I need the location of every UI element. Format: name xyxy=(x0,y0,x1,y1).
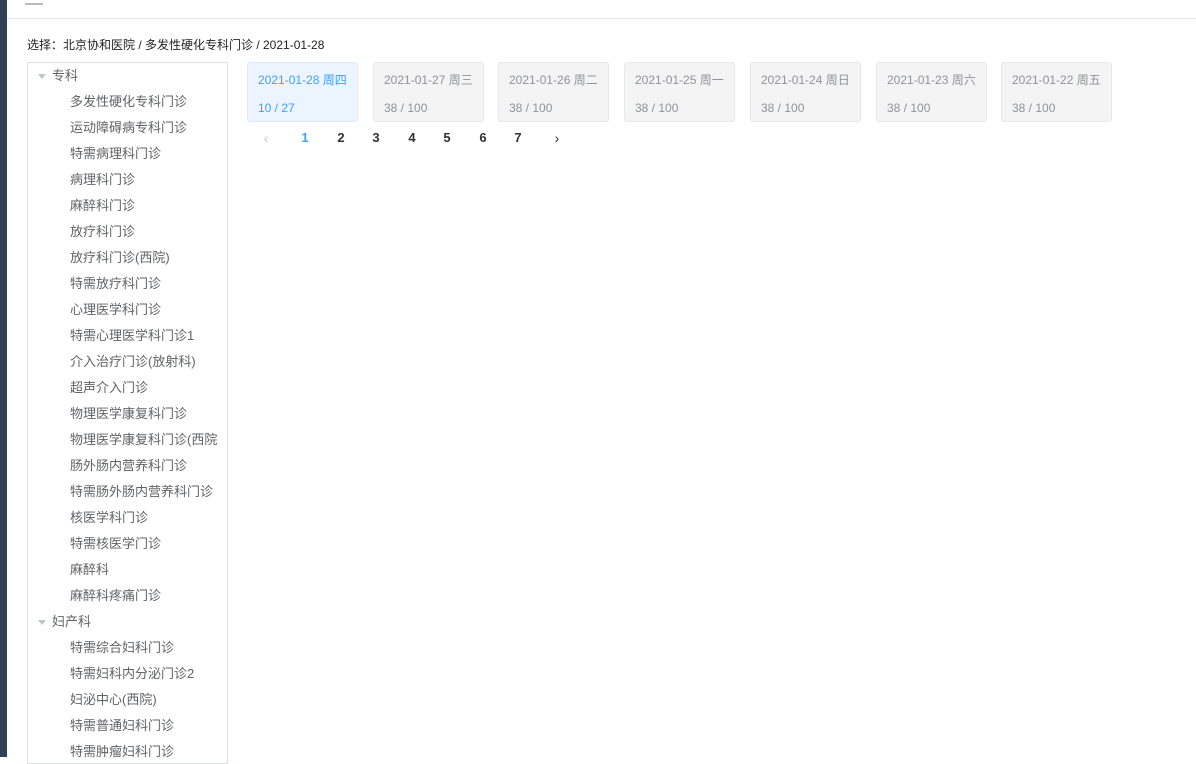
date-card-date: 2021-01-23 周六 xyxy=(887,73,976,87)
tree-leaf[interactable]: 特需综合妇科门诊 xyxy=(28,635,227,661)
page-number[interactable]: 2 xyxy=(329,129,353,147)
caret-down-icon[interactable] xyxy=(38,74,46,79)
tree-leaf[interactable]: 特需妇科内分泌门诊2 xyxy=(28,661,227,687)
page-number[interactable]: 1 xyxy=(293,129,317,147)
date-card-quota: 38 / 100 xyxy=(887,101,931,115)
date-card-list: 2021-01-28 周四 10 / 27 2021-01-27 周三 38 /… xyxy=(247,62,1187,122)
tree-leaf[interactable]: 特需核医学门诊 xyxy=(28,531,227,557)
tree-leaf[interactable]: 麻醉科 xyxy=(28,557,227,583)
tree-leaf[interactable]: 特需放疗科门诊 xyxy=(28,271,227,297)
breadcrumb: 选择：北京协和医院 / 多发性硬化专科门诊 / 2021-01-28 xyxy=(27,38,325,52)
tree-node-label: 妇产科 xyxy=(52,614,92,629)
date-card[interactable]: 2021-01-28 周四 10 / 27 xyxy=(247,62,358,122)
tree-leaf[interactable]: 介入治疗门诊(放射科) xyxy=(28,349,227,375)
tree-leaf[interactable]: 物理医学康复科门诊 xyxy=(28,401,227,427)
tree-leaf[interactable]: 特需肿瘤妇科门诊 xyxy=(28,739,227,763)
chevron-right-icon[interactable]: › xyxy=(548,129,566,147)
chevron-left-icon[interactable]: ‹ xyxy=(257,129,275,147)
date-card-date: 2021-01-27 周三 xyxy=(384,73,473,87)
top-header xyxy=(7,0,1196,19)
tree-leaf[interactable]: 特需普通妇科门诊 xyxy=(28,713,227,739)
date-card[interactable]: 2021-01-25 周一 38 / 100 xyxy=(624,62,735,122)
date-card-quota: 38 / 100 xyxy=(1012,101,1056,115)
tree-leaf[interactable]: 妇泌中心(西院) xyxy=(28,687,227,713)
tree-leaf[interactable]: 肠外肠内营养科门诊 xyxy=(28,453,227,479)
tree-leaf[interactable]: 物理医学康复科门诊(西院 xyxy=(28,427,227,453)
hamburger-icon[interactable] xyxy=(25,0,43,5)
date-card-date: 2021-01-26 周二 xyxy=(509,73,598,87)
tree-leaf[interactable]: 特需病理科门诊 xyxy=(28,141,227,167)
page-number[interactable]: 5 xyxy=(435,129,459,147)
tree-node-label: 专科 xyxy=(52,68,79,83)
tree-group-obgyn: 妇产科 特需综合妇科门诊 特需妇科内分泌门诊2 妇泌中心(西院) 特需普通妇科门… xyxy=(28,609,227,763)
date-card[interactable]: 2021-01-26 周二 38 / 100 xyxy=(498,62,609,122)
tree-node-specialty[interactable]: 专科 xyxy=(28,63,227,89)
date-card[interactable]: 2021-01-24 周日 38 / 100 xyxy=(750,62,861,122)
tree-leaf[interactable]: 多发性硬化专科门诊 xyxy=(28,89,227,115)
tree-leaf[interactable]: 麻醉科疼痛门诊 xyxy=(28,583,227,609)
date-card-quota: 38 / 100 xyxy=(509,101,553,115)
date-card[interactable]: 2021-01-22 周五 38 / 100 xyxy=(1001,62,1112,122)
tree-leaf[interactable]: 心理医学科门诊 xyxy=(28,297,227,323)
tree-leaf[interactable]: 病理科门诊 xyxy=(28,167,227,193)
tree-leaf[interactable]: 麻醉科门诊 xyxy=(28,193,227,219)
page-number[interactable]: 3 xyxy=(364,129,388,147)
date-card[interactable]: 2021-01-23 周六 38 / 100 xyxy=(876,62,987,122)
tree-leaf[interactable]: 运动障碍病专科门诊 xyxy=(28,115,227,141)
page-number[interactable]: 6 xyxy=(471,129,495,147)
date-card-quota: 38 / 100 xyxy=(635,101,679,115)
tree-node-obgyn[interactable]: 妇产科 xyxy=(28,609,227,635)
department-tree[interactable]: 专科 多发性硬化专科门诊 运动障碍病专科门诊 特需病理科门诊 病理科门诊 麻醉科… xyxy=(27,62,228,764)
date-card-date: 2021-01-25 周一 xyxy=(635,73,724,87)
tree-leaf[interactable]: 超声介入门诊 xyxy=(28,375,227,401)
date-card-date: 2021-01-24 周日 xyxy=(761,73,850,87)
date-card[interactable]: 2021-01-27 周三 38 / 100 xyxy=(373,62,484,122)
date-card-date: 2021-01-22 周五 xyxy=(1012,73,1101,87)
tree-leaf[interactable]: 核医学科门诊 xyxy=(28,505,227,531)
date-card-date: 2021-01-28 周四 xyxy=(258,73,347,87)
tree-leaf[interactable]: 特需肠外肠内营养科门诊 xyxy=(28,479,227,505)
tree-leaf[interactable]: 放疗科门诊(西院) xyxy=(28,245,227,271)
tree-leaf[interactable]: 放疗科门诊 xyxy=(28,219,227,245)
page-number[interactable]: 4 xyxy=(400,129,424,147)
pagination: ‹ 1 2 3 4 5 6 7 › xyxy=(247,128,587,148)
date-card-quota: 38 / 100 xyxy=(761,101,805,115)
tree-group-specialty: 专科 多发性硬化专科门诊 运动障碍病专科门诊 特需病理科门诊 病理科门诊 麻醉科… xyxy=(28,63,227,609)
caret-down-icon[interactable] xyxy=(38,620,46,625)
page-number[interactable]: 7 xyxy=(506,129,530,147)
tree-leaf[interactable]: 特需心理医学科门诊1 xyxy=(28,323,227,349)
date-card-quota: 38 / 100 xyxy=(384,101,428,115)
app-sidebar-edge xyxy=(0,0,7,757)
date-card-quota: 10 / 27 xyxy=(258,101,295,115)
